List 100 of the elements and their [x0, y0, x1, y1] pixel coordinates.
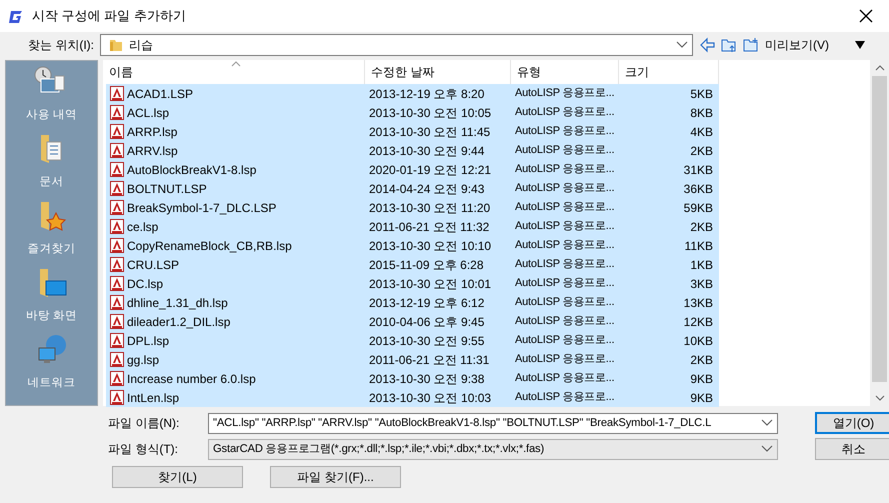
lisp-file-icon	[110, 257, 124, 272]
folder-icon	[109, 38, 123, 52]
file-name: gg.lsp	[127, 352, 160, 368]
file-row[interactable]: ARRV.lsp	[106, 141, 365, 160]
table-cell: 9KB	[619, 388, 719, 407]
new-folder-icon[interactable]	[743, 37, 759, 53]
close-icon	[859, 9, 873, 23]
file-row[interactable]: IntLen.lsp	[106, 388, 365, 407]
cancel-button[interactable]: 취소	[815, 438, 889, 460]
file-row[interactable]: ce.lsp	[106, 217, 365, 236]
table-cell: 2020-01-19 오전 12:21	[365, 160, 511, 179]
find-file-button[interactable]: 파일 찾기(F)...	[270, 466, 401, 488]
file-row[interactable]: DPL.lsp	[106, 331, 365, 350]
filename-label: 파일 이름(N):	[108, 415, 180, 432]
file-name: CRU.LSP	[127, 256, 180, 274]
table-cell: AutoLISP 응용프로...	[511, 160, 619, 179]
file-name: ACAD1.LSP	[127, 86, 194, 102]
file-row[interactable]: AutoBlockBreakV1-8.lsp	[106, 160, 365, 179]
lisp-file-icon	[110, 162, 124, 177]
table-cell: 59KB	[619, 198, 719, 217]
table-cell: 36KB	[619, 179, 719, 198]
file-name: dileader1.2_DIL.lsp	[127, 314, 230, 330]
table-cell: 2013-10-30 오전 9:38	[365, 369, 511, 388]
dropdown-icon	[676, 41, 688, 49]
lisp-file-icon	[110, 333, 124, 348]
table-cell: AutoLISP 응용프로...	[511, 179, 619, 198]
table-cell: 2013-10-30 오전 11:20	[365, 198, 511, 217]
lisp-file-icon	[110, 181, 124, 196]
table-cell: 2013-10-30 오전 10:01	[365, 274, 511, 293]
table-cell: 31KB	[619, 160, 719, 179]
table-cell: AutoLISP 응용프로...	[511, 217, 619, 236]
table-cell: AutoLISP 응용프로...	[511, 312, 619, 331]
filetype-dropdown[interactable]: GstarCAD 응용프로그램(*.grx;*.dll;*.lsp;*.ile;*.vbi;*.dbx;*.tx;*.vlx;*.fas)	[208, 438, 778, 460]
file-name: dhline_1.31_dh.lsp	[127, 294, 228, 312]
lisp-file-icon	[110, 352, 124, 367]
file-row[interactable]: dhline_1.31_dh.lsp	[106, 293, 365, 312]
lisp-file-icon	[110, 371, 124, 386]
up-folder-icon[interactable]	[721, 37, 737, 53]
file-row[interactable]: DC.lsp	[106, 274, 365, 293]
back-icon[interactable]	[699, 37, 715, 53]
table-cell: 2013-10-30 오전 11:45	[365, 122, 511, 141]
location-label: 찾는 위치(I):	[28, 37, 94, 54]
file-name: BreakSymbol-1-7_DLC.LSP	[127, 200, 276, 216]
app-logo-icon	[8, 8, 24, 25]
file-name: DC.lsp	[127, 276, 164, 292]
table-cell: 2KB	[619, 141, 719, 160]
lisp-file-icon	[110, 219, 124, 234]
table-cell: 2013-10-30 오전 10:05	[365, 103, 511, 122]
table-cell: 10KB	[619, 331, 719, 350]
scrollbar-thumb[interactable]	[872, 76, 887, 382]
file-row[interactable]: ARRP.lsp	[106, 122, 365, 141]
file-row[interactable]: gg.lsp	[106, 350, 365, 369]
filename-field[interactable]: "ACL.lsp" "ARRP.lsp" "ARRV.lsp" "AutoBlockBreakV1-8.lsp" "BOLTNUT.LSP" "BreakSymbol-1-7_DLC.L	[208, 412, 778, 434]
dropdown-icon	[761, 445, 773, 453]
file-row[interactable]: BreakSymbol-1-7_DLC.LSP	[106, 198, 365, 217]
table-cell: 1KB	[619, 255, 719, 274]
file-name: AutoBlockBreakV1-8.lsp	[127, 162, 256, 178]
table-cell: AutoLISP 응용프로...	[511, 122, 619, 141]
window-title: 시작 구성에 파일 추가하기	[32, 7, 186, 26]
table-cell: AutoLISP 응용프로...	[511, 331, 619, 350]
file-name: ACL.lsp	[127, 104, 170, 122]
find-button[interactable]: 찾기(L)	[112, 466, 243, 488]
table-cell: AutoLISP 응용프로...	[511, 236, 619, 255]
lisp-file-icon	[110, 143, 124, 158]
table-cell: 8KB	[619, 103, 719, 122]
location-dropdown[interactable]: 리습	[100, 34, 693, 56]
dropdown-icon[interactable]	[855, 41, 865, 49]
file-name: Increase number 6.0.lsp	[127, 370, 256, 388]
lisp-file-icon	[110, 124, 124, 139]
dropdown-icon	[761, 419, 773, 427]
table-cell: 2013-10-30 오전 9:44	[365, 141, 511, 160]
lisp-file-icon	[110, 276, 124, 291]
lisp-file-icon	[110, 86, 124, 101]
table-cell: 2011-06-21 오전 11:31	[365, 350, 511, 369]
lisp-file-icon	[110, 295, 124, 310]
lisp-file-icon	[110, 314, 124, 329]
file-row[interactable]: BOLTNUT.LSP	[106, 179, 365, 198]
file-row[interactable]: ACAD1.LSP	[106, 84, 365, 103]
table-cell: 4KB	[619, 122, 719, 141]
table-cell: AutoLISP 응용프로...	[511, 255, 619, 274]
file-row[interactable]: dileader1.2_DIL.lsp	[106, 312, 365, 331]
table-cell: 2013-12-19 오후 6:12	[365, 293, 511, 312]
file-name: BOLTNUT.LSP	[127, 180, 207, 198]
file-row[interactable]: CopyRenameBlock_CB,RB.lsp	[106, 236, 365, 255]
table-cell: 13KB	[619, 293, 719, 312]
table-cell: 2010-04-06 오후 9:45	[365, 312, 511, 331]
table-cell: AutoLISP 응용프로...	[511, 350, 619, 369]
file-row[interactable]: CRU.LSP	[106, 255, 365, 274]
file-name: IntLen.lsp	[127, 390, 180, 406]
table-cell: 2015-11-09 오후 6:28	[365, 255, 511, 274]
table-cell: 2KB	[619, 350, 719, 369]
file-row[interactable]: Increase number 6.0.lsp	[106, 369, 365, 388]
table-cell: 2013-10-30 오전 10:03	[365, 388, 511, 407]
table-cell: AutoLISP 응용프로...	[511, 103, 619, 122]
table-cell: AutoLISP 응용프로...	[511, 369, 619, 388]
open-button[interactable]: 열기(O)	[815, 412, 889, 434]
file-row[interactable]: ACL.lsp	[106, 103, 365, 122]
preview-button[interactable]: 미리보기(V)	[765, 37, 829, 53]
table-cell: 2KB	[619, 217, 719, 236]
table-cell: AutoLISP 응용프로...	[511, 84, 619, 103]
